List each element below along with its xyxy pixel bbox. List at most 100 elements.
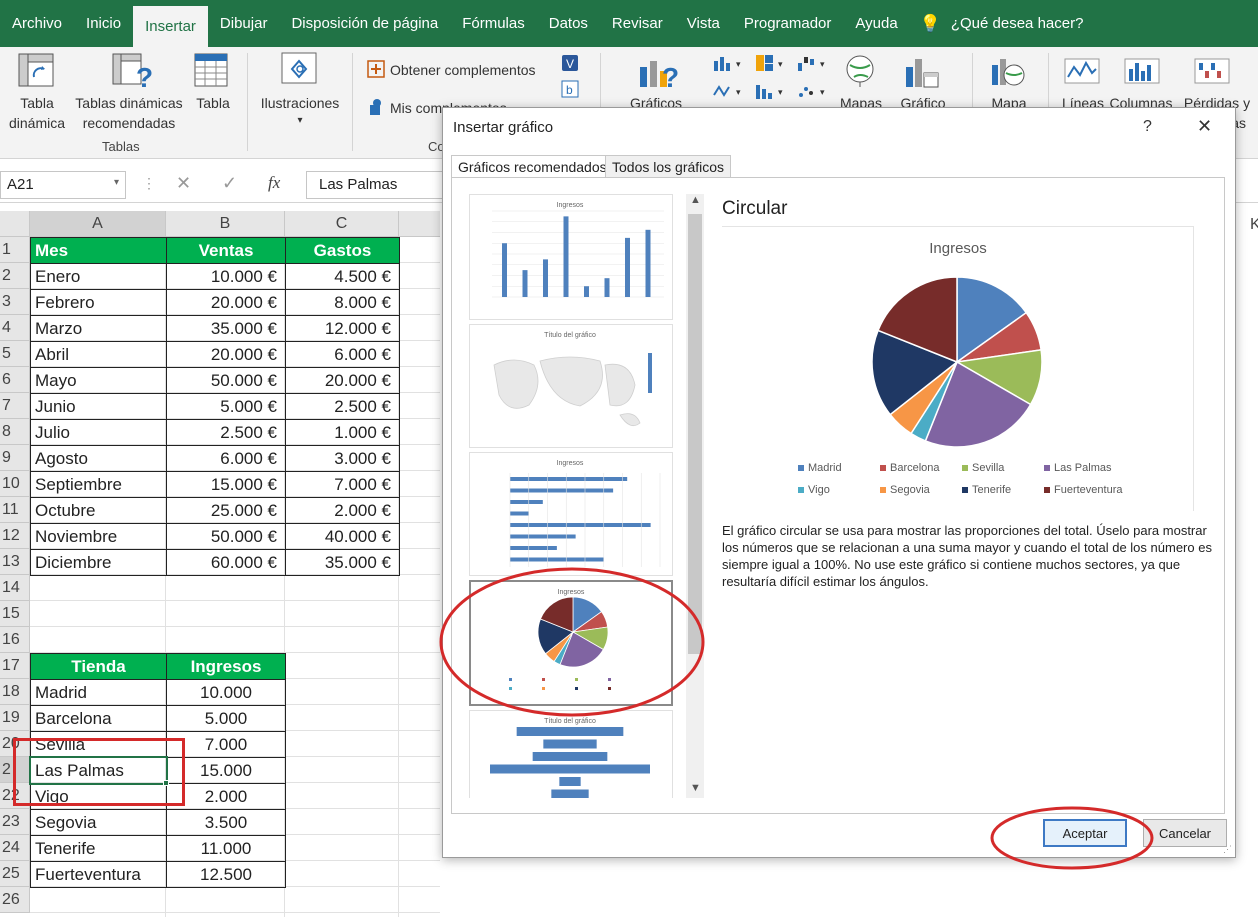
table-cell[interactable]: Febrero <box>30 289 167 316</box>
row-header[interactable]: 9 <box>0 445 30 471</box>
table-cell[interactable]: Enero <box>30 263 167 290</box>
table-cell[interactable]: 5.000 <box>166 705 286 732</box>
cancel-button[interactable]: Cancelar <box>1143 819 1227 847</box>
column-chart-icon[interactable]: ▾ <box>712 53 746 78</box>
row-header[interactable]: 18 <box>0 679 30 705</box>
menu-revisar[interactable]: Revisar <box>600 0 675 47</box>
table-cell[interactable]: 5.000 € <box>166 393 286 420</box>
bing-icon[interactable]: b <box>560 79 580 104</box>
my-addins-icon[interactable] <box>366 97 386 122</box>
visio-icon[interactable]: V <box>560 53 580 78</box>
table-cell[interactable]: 3.500 <box>166 809 286 836</box>
cancel-entry-icon[interactable]: ✕ <box>176 173 191 194</box>
table-cell[interactable]: 4.500 € <box>285 263 400 290</box>
line-chart-icon[interactable]: ▾ <box>712 81 746 106</box>
menu-datos[interactable]: Datos <box>537 0 600 47</box>
select-all-corner[interactable] <box>0 211 30 237</box>
table-cell[interactable]: Tenerife <box>30 835 167 862</box>
row-header[interactable]: 23 <box>0 809 30 835</box>
3d-map-icon[interactable] <box>990 53 1026 94</box>
table-cell[interactable]: Segovia <box>30 809 167 836</box>
table-cell[interactable]: Agosto <box>30 445 167 472</box>
scroll-up-icon[interactable]: ▲ <box>690 194 701 206</box>
chart-thumbnail-column[interactable]: Ingresos <box>469 194 673 320</box>
table-cell[interactable]: Fuerteventura <box>30 861 167 888</box>
chart-thumbnail-funnel[interactable]: Título del gráfico <box>469 710 673 798</box>
menu-dibujar[interactable]: Dibujar <box>208 0 280 47</box>
pivotchart-icon[interactable] <box>904 53 940 94</box>
sparkline-columns-icon[interactable] <box>1124 57 1160 92</box>
table-cell[interactable]: 3.000 € <box>285 445 400 472</box>
table-cell[interactable]: Julio <box>30 419 167 446</box>
ok-button[interactable]: Aceptar <box>1043 819 1127 847</box>
confirm-entry-icon[interactable]: ✓ <box>222 173 237 194</box>
hierarchy-chart-icon[interactable]: ▾ <box>754 53 788 78</box>
menu-programador[interactable]: Programador <box>732 0 844 47</box>
row-header[interactable]: 24 <box>0 835 30 861</box>
illustrations-icon[interactable] <box>280 51 320 92</box>
recommended-charts-icon[interactable]: ? <box>638 53 679 96</box>
row-header[interactable]: 11 <box>0 497 30 523</box>
row-header[interactable]: 7 <box>0 393 30 419</box>
menu-insertar[interactable]: Insertar <box>133 6 208 47</box>
chart-thumbnail-hbar[interactable]: Ingresos <box>469 452 673 576</box>
table-button[interactable]: Tabla <box>190 93 236 113</box>
row-header[interactable]: 14 <box>0 575 30 601</box>
table-cell[interactable]: 25.000 € <box>166 497 286 524</box>
scatter-chart-icon[interactable]: ▾ <box>796 81 830 106</box>
resize-grip-icon[interactable]: ⋰ <box>1223 844 1232 855</box>
row-header[interactable]: 26 <box>0 887 30 913</box>
column-header-b[interactable]: B <box>166 211 285 237</box>
close-icon[interactable]: ✕ <box>1197 116 1212 137</box>
row-header[interactable]: 15 <box>0 601 30 627</box>
table-cell[interactable]: 8.000 € <box>285 289 400 316</box>
table-cell[interactable]: Septiembre <box>30 471 167 498</box>
table-cell[interactable]: 2.000 € <box>285 497 400 524</box>
row-header[interactable]: 1 <box>0 237 30 263</box>
menu-archivo[interactable]: Archivo <box>0 0 74 47</box>
chart-thumbnail-map[interactable]: Título del gráfico <box>469 324 673 448</box>
column-header-d[interactable] <box>399 211 440 237</box>
row-header[interactable]: 2 <box>0 263 30 289</box>
menu-inicio[interactable]: Inicio <box>74 0 133 47</box>
tell-me-search[interactable]: 💡 ¿Qué desea hacer? <box>920 14 1084 34</box>
table-cell[interactable]: Mayo <box>30 367 167 394</box>
table-cell[interactable]: Madrid <box>30 679 167 706</box>
menu-vista[interactable]: Vista <box>675 0 732 47</box>
column-header-a[interactable]: A <box>30 211 166 237</box>
table-header-cell[interactable]: Ingresos <box>166 653 286 680</box>
row-header[interactable]: 16 <box>0 627 30 653</box>
insert-function-icon[interactable]: fx <box>268 173 280 193</box>
table-cell[interactable]: 35.000 € <box>166 315 286 342</box>
row-header[interactable]: 5 <box>0 341 30 367</box>
row-header[interactable]: 4 <box>0 315 30 341</box>
table-cell[interactable]: 50.000 € <box>166 523 286 550</box>
sparkline-winloss-icon[interactable] <box>1194 57 1230 92</box>
table-cell[interactable]: 40.000 € <box>285 523 400 550</box>
menu-ayuda[interactable]: Ayuda <box>843 0 909 47</box>
table-icon[interactable] <box>194 53 230 94</box>
pivot-table-button[interactable]: Tabla dinámica <box>4 93 70 133</box>
column-header-k[interactable]: K <box>1250 216 1258 234</box>
table-cell[interactable]: 12.500 <box>166 861 286 888</box>
chart-thumbnail-pie[interactable]: Ingresos <box>469 580 673 706</box>
illustrations-chevron-down-icon[interactable]: ▾ <box>294 111 306 131</box>
name-box[interactable]: A21 ▾ <box>0 171 126 199</box>
help-button[interactable]: ? <box>1143 118 1152 136</box>
recommended-pivot-icon[interactable]: ? <box>112 53 153 96</box>
table-header-cell[interactable]: Ventas <box>166 237 286 264</box>
table-cell[interactable]: Junio <box>30 393 167 420</box>
table-cell[interactable]: 1.000 € <box>285 419 400 446</box>
row-header[interactable]: 19 <box>0 705 30 731</box>
menu-fórmulas[interactable]: Fórmulas <box>450 0 537 47</box>
table-cell[interactable]: 35.000 € <box>285 549 400 576</box>
table-header-cell[interactable]: Mes <box>30 237 167 264</box>
row-header[interactable]: 17 <box>0 653 30 679</box>
row-header[interactable]: 8 <box>0 419 30 445</box>
table-cell[interactable]: Barcelona <box>30 705 167 732</box>
scrollbar-thumb[interactable] <box>688 214 702 654</box>
table-cell[interactable]: Diciembre <box>30 549 167 576</box>
table-cell[interactable]: 11.000 <box>166 835 286 862</box>
illustrations-button[interactable]: Ilustraciones <box>254 93 346 113</box>
row-header[interactable]: 13 <box>0 549 30 575</box>
